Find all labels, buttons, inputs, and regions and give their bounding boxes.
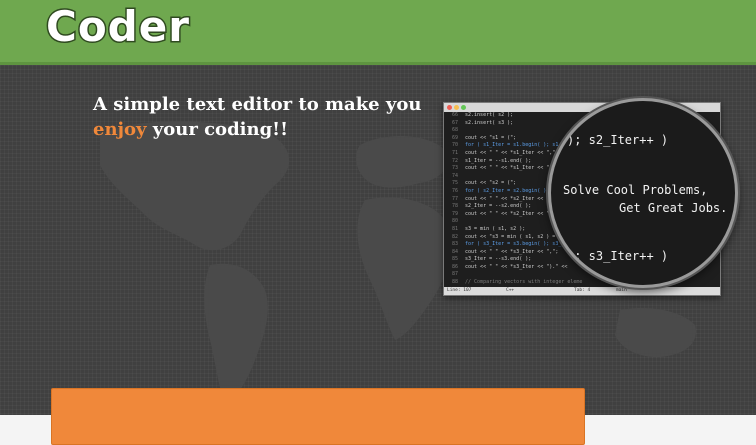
tagline-accent: enjoy (93, 119, 147, 140)
line-number: 72 (451, 157, 458, 164)
line-number: 75 (451, 180, 458, 187)
line-number: 84 (451, 248, 458, 255)
line-text: cout << " " << *s2_Iter << ","; (462, 195, 559, 202)
line-text: s3 = min ( s1, s2 ); (462, 225, 526, 232)
lens-code-bottom: ); s3_Iter++ ) (567, 249, 669, 263)
line-text: cout << " " << *s3_Iter << ")." << (462, 263, 568, 270)
site-header: Coder (0, 0, 756, 65)
magnifier-lens: ); s2_Iter++ ) Solve Cool Problems, Get … (548, 98, 738, 288)
line-text: s1_Iter = --s1.end( ); (462, 157, 532, 164)
line-number: 81 (451, 225, 458, 232)
status-line: Line: 107 (447, 288, 472, 293)
line-text: for ( s1_Iter = s1.begin( ); s1_Iter (462, 142, 574, 149)
lens-headline-1: Solve Cool Problems, (563, 183, 708, 197)
tagline-line-1: A simple text editor to make you (93, 94, 422, 115)
line-number: 77 (451, 195, 458, 202)
lens-code-top: ); s2_Iter++ ) (567, 133, 669, 147)
download-banner[interactable] (51, 388, 585, 445)
tagline-line-2: enjoy your coding!! (93, 117, 421, 142)
line-number: 66 (451, 112, 458, 118)
line-text: s3_Iter = --s3.end( ); (462, 256, 532, 263)
lens-headline-2: Get Great Jobs. (619, 201, 728, 215)
line-number: 73 (451, 165, 458, 172)
line-number: 82 (451, 233, 458, 240)
line-text: // Comparing vectors with integer eleme (462, 279, 583, 286)
line-number: 67 (451, 119, 458, 126)
line-text: cout << "s2 = ("; (462, 180, 517, 187)
line-text: for ( s3_Iter = s3.begin( ); s3_Iter (462, 241, 574, 248)
line-number: 71 (451, 149, 458, 156)
tagline-rest: your coding!! (146, 119, 288, 140)
line-number: 79 (451, 210, 458, 217)
editor-statusbar: Line: 107 C++ Tab: 4 main (444, 287, 720, 295)
line-number: 88 (451, 279, 458, 286)
line-text: cout << " " << *s1_Iter << ","; (462, 149, 559, 156)
zoom-dot-icon (461, 105, 466, 110)
line-number: 76 (451, 187, 458, 194)
line-number: 85 (451, 256, 458, 263)
line-number: 68 (451, 127, 458, 134)
line-number: 78 (451, 203, 458, 210)
status-language: C++ (506, 288, 515, 293)
line-number: 87 (451, 271, 458, 278)
line-text: cout << " " << *s1_Iter << ")." (462, 165, 559, 172)
hero-tagline: A simple text editor to make you enjoy y… (93, 92, 421, 142)
line-number: 69 (451, 134, 458, 141)
line-text: cout << "s1 = ("; (462, 134, 517, 141)
line-number: 83 (451, 241, 458, 248)
status-function: main (616, 288, 627, 293)
line-text: s2.insert( s3 ); (462, 119, 514, 126)
line-text: cout << "s3 = min ( s1, s2 ) = ("; (462, 233, 568, 240)
site-logo[interactable]: Coder (45, 1, 191, 53)
line-text: s2.insert( s2 ); (462, 112, 514, 118)
line-number: 80 (451, 218, 458, 225)
minimize-dot-icon (454, 105, 459, 110)
line-number: 74 (451, 172, 458, 179)
close-dot-icon (447, 105, 452, 110)
line-text: cout << " " << *s2_Iter << ")." (462, 210, 559, 217)
line-text: cout << " " << *s3_Iter << ","; (462, 248, 559, 255)
line-number: 86 (451, 263, 458, 270)
status-tab-size: Tab: 4 (574, 288, 591, 293)
line-number: 70 (451, 142, 458, 149)
line-text: s2_Iter = --s2.end( ); (462, 203, 532, 210)
